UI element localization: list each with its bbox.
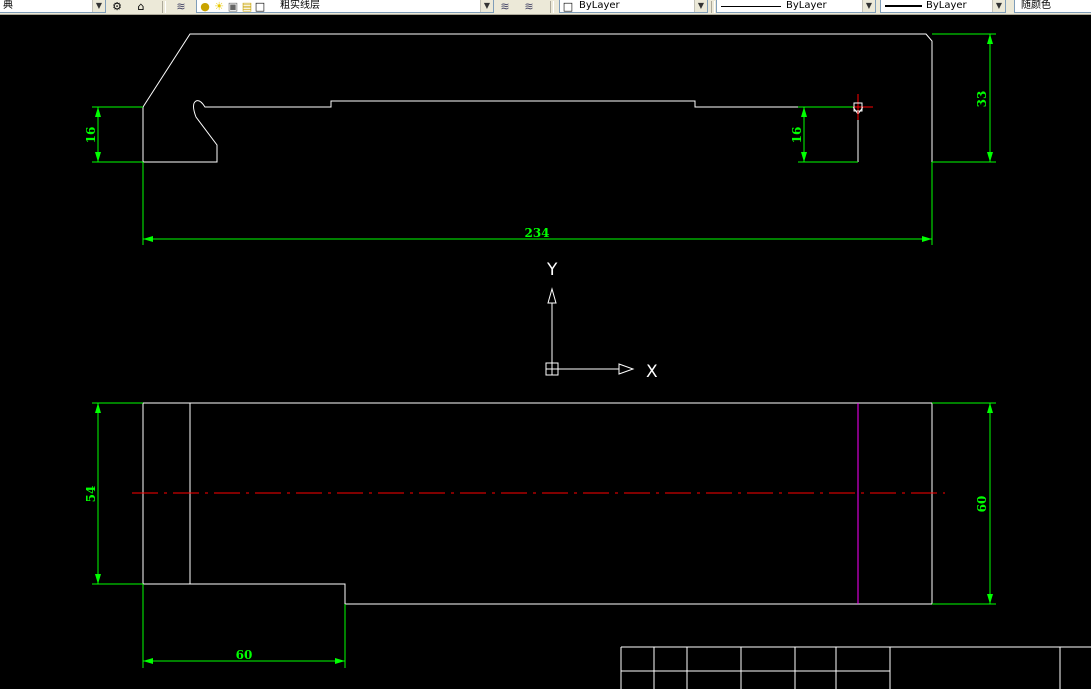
lock-icon: ▣	[227, 0, 239, 13]
text-style-dropdown[interactable]: 典 ▼	[0, 0, 106, 13]
dim-text-16-left: 16	[84, 127, 98, 144]
linetype-sample	[721, 6, 781, 7]
chevron-down-icon: ▼	[992, 0, 1005, 12]
text-style-value: 典	[3, 0, 13, 11]
linetype-dropdown[interactable]: ByLayer ▼	[716, 0, 876, 13]
dim-top-right-height-small[interactable]	[798, 106, 858, 163]
color-dropdown[interactable]: □ ByLayer ▼	[559, 0, 708, 13]
dim-text-60-right: 60	[975, 496, 989, 513]
home-icon[interactable]: ⌂	[134, 0, 148, 13]
dim-text-60-bottom: 60	[236, 648, 253, 662]
plot-style-dropdown[interactable]: 随颜色	[1014, 0, 1091, 13]
toolbar-separator	[550, 1, 554, 13]
sun-icon: ☀	[214, 0, 224, 13]
layer-dropdown[interactable]: ● ☀ ▣ ▤ □ 粗实线层 ▼	[196, 0, 494, 13]
top-view-outline[interactable]	[142, 33, 933, 163]
chevron-down-icon: ▼	[480, 0, 493, 12]
gear-icon[interactable]: ⚙	[110, 0, 124, 13]
toolbar-separator	[711, 1, 715, 13]
color-swatch-icon: □	[254, 0, 266, 13]
toolbar-separator	[162, 1, 166, 13]
make-layer-current-icon[interactable]: ≋	[498, 0, 512, 13]
chevron-down-icon: ▼	[862, 0, 875, 12]
color-swatch-icon: □	[562, 0, 574, 13]
dim-text-16-right: 16	[790, 127, 804, 144]
properties-toolbar: 典 ▼ ⚙ ⌂ ≋ ● ☀ ▣ ▤ □ 粗实线层 ▼ ≋ ≋ □ ByLayer…	[0, 0, 1091, 15]
lineweight-dropdown[interactable]: ByLayer ▼	[880, 0, 1006, 13]
color-value: ByLayer	[579, 0, 620, 11]
title-block[interactable]	[620, 646, 1091, 689]
layer-previous-icon[interactable]: ≋	[522, 0, 536, 13]
linetype-value: ByLayer	[786, 0, 827, 11]
ucs-y-label: Y	[546, 260, 558, 280]
layer-name: 粗实线层	[280, 0, 320, 11]
bottom-view-outline[interactable]	[142, 402, 933, 605]
lineweight-sample	[885, 5, 922, 7]
dim-text-33: 33	[975, 91, 989, 108]
dim-text-54: 54	[84, 486, 98, 503]
printer-icon: ▤	[241, 0, 253, 13]
chevron-down-icon: ▼	[92, 0, 105, 12]
lineweight-value: ByLayer	[926, 0, 967, 11]
layers-icon[interactable]: ≋	[174, 0, 188, 13]
dim-top-left-height[interactable]	[92, 106, 143, 163]
drawing-canvas[interactable]: 16 16 33 234 Y X 54 60 60	[0, 15, 1091, 689]
dim-text-234: 234	[524, 226, 549, 240]
ucs-x-label: X	[646, 362, 658, 382]
lightbulb-icon: ●	[200, 0, 210, 13]
plot-style-value: 随颜色	[1021, 0, 1051, 11]
chevron-down-icon: ▼	[694, 0, 707, 12]
ucs-icon	[545, 287, 635, 376]
